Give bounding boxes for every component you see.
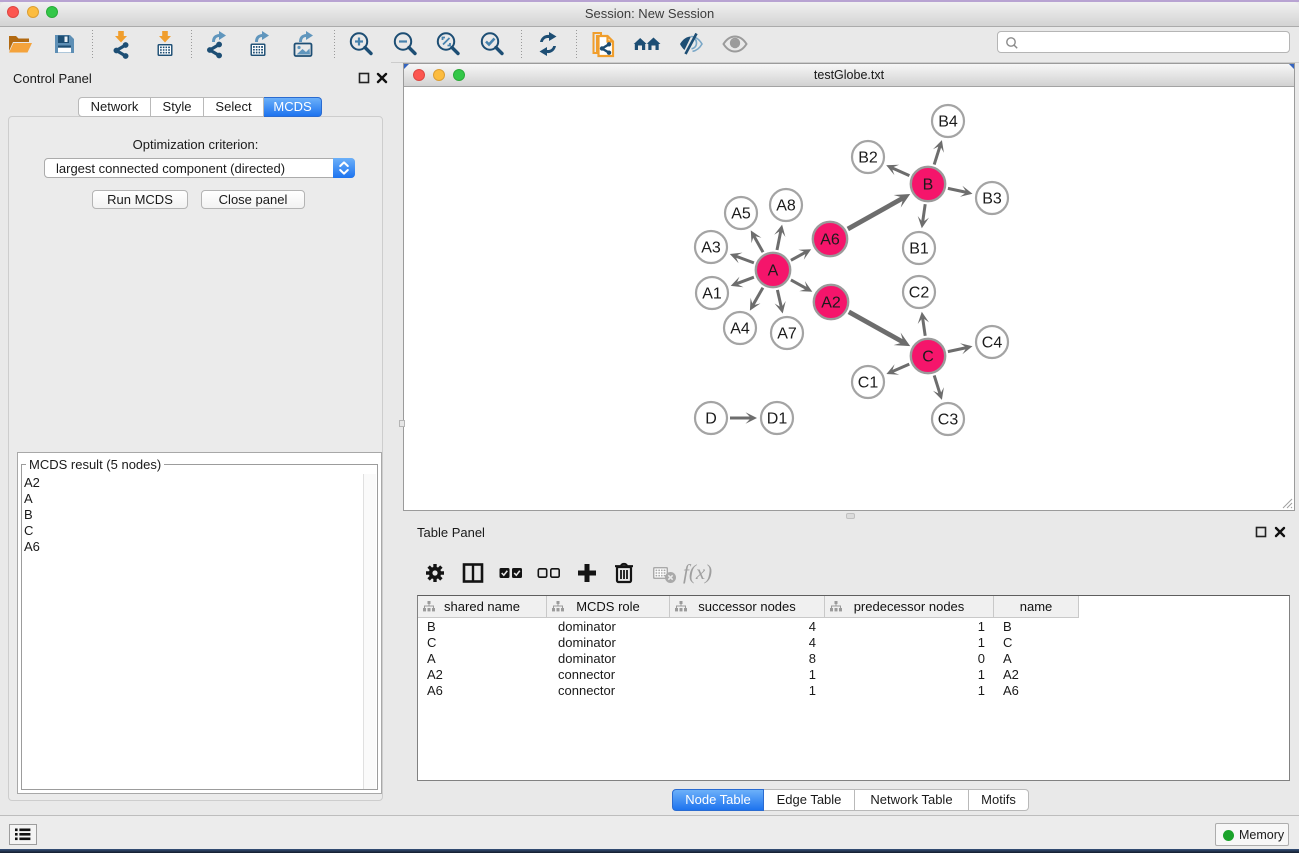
svg-text:A1: A1 [702, 286, 722, 303]
svg-text:C3: C3 [938, 412, 959, 429]
svg-text:A2: A2 [821, 295, 841, 312]
svg-text:B2: B2 [858, 150, 878, 167]
svg-text:B1: B1 [909, 241, 929, 258]
svg-text:C2: C2 [909, 285, 930, 302]
svg-text:B3: B3 [982, 191, 1002, 208]
svg-text:A3: A3 [701, 240, 721, 257]
svg-text:A8: A8 [776, 198, 796, 215]
svg-text:A7: A7 [777, 326, 797, 343]
svg-text:C1: C1 [858, 375, 879, 392]
svg-text:B: B [923, 177, 934, 194]
svg-text:A6: A6 [820, 232, 840, 249]
svg-text:A: A [768, 263, 779, 280]
svg-text:A5: A5 [731, 206, 751, 223]
svg-text:C: C [922, 349, 934, 366]
svg-text:D: D [705, 411, 717, 428]
svg-text:A4: A4 [730, 321, 750, 338]
svg-text:C4: C4 [982, 335, 1003, 352]
svg-text:D1: D1 [767, 411, 788, 428]
svg-text:B4: B4 [938, 114, 958, 131]
